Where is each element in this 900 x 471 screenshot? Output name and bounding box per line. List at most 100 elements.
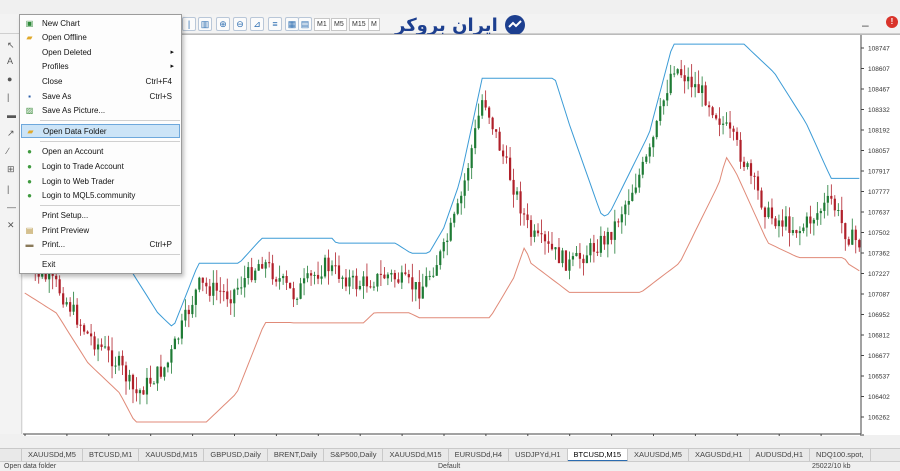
candle-body bbox=[428, 275, 431, 277]
candle-body bbox=[268, 262, 271, 264]
menu-item-login-web[interactable]: ● Login to Web Trader bbox=[21, 175, 180, 189]
menu-separator bbox=[40, 120, 180, 121]
candle-body bbox=[666, 93, 669, 101]
candle-body bbox=[215, 282, 218, 291]
candle-body bbox=[833, 198, 836, 211]
timeframe-m5[interactable]: M5 bbox=[331, 18, 347, 31]
delete-tool-icon[interactable]: ✕ bbox=[7, 220, 15, 231]
candle-body bbox=[261, 264, 264, 269]
menu-item-print[interactable]: ▬ Print... Ctrl+P bbox=[21, 238, 180, 252]
candle-body bbox=[547, 241, 550, 244]
brush-tool-icon[interactable]: ▬ bbox=[7, 110, 16, 120]
candle-body bbox=[687, 76, 690, 82]
menu-item-close[interactable]: Close Ctrl+F4 bbox=[21, 75, 180, 89]
candle-body bbox=[714, 115, 718, 119]
candle-body bbox=[805, 216, 808, 228]
candle-body bbox=[592, 243, 595, 252]
candle-body bbox=[229, 299, 232, 304]
minimize-icon[interactable]: – bbox=[862, 18, 869, 32]
candle-body bbox=[114, 365, 117, 367]
candle-body bbox=[568, 259, 571, 271]
candle-body bbox=[508, 157, 512, 180]
candle-body bbox=[498, 131, 501, 151]
brand-mark-icon bbox=[504, 15, 525, 35]
cursor-icon[interactable]: ↖ bbox=[7, 40, 15, 51]
candle-body bbox=[624, 204, 627, 215]
candle-body bbox=[124, 365, 128, 382]
candle-body bbox=[316, 274, 320, 279]
candle-body bbox=[72, 304, 75, 312]
menu-item-open-offline[interactable]: ▰ Open Offline bbox=[21, 31, 180, 45]
zoom-out-icon[interactable]: ⊖ bbox=[233, 17, 247, 31]
menu-item-open-deleted[interactable]: Open Deleted ▸ bbox=[21, 46, 180, 60]
line-tool-icon[interactable]: | bbox=[7, 92, 9, 102]
menu-item-open-data-folder[interactable]: ▰ Open Data Folder bbox=[21, 124, 180, 138]
period-icon[interactable]: | bbox=[182, 17, 196, 31]
status-traffic: 25022/10 kb bbox=[812, 463, 851, 470]
menu-item-save-as-picture[interactable]: ▨ Save As Picture... bbox=[21, 104, 180, 118]
indicators-icon[interactable]: ⊿ bbox=[250, 17, 264, 31]
horizontal-line-icon[interactable]: — bbox=[7, 202, 16, 212]
text-tool-icon[interactable]: A bbox=[7, 56, 13, 66]
menu-item-open-account[interactable]: ● Open an Account bbox=[21, 145, 180, 159]
grid-icon[interactable]: ▤ bbox=[298, 17, 312, 31]
candle-body bbox=[662, 100, 665, 107]
menu-item-login-mql5[interactable]: ● Login to MQL5.community bbox=[21, 189, 180, 203]
candle-body bbox=[550, 243, 554, 250]
candle-body bbox=[502, 150, 505, 157]
channel-tool-icon[interactable]: ∕ bbox=[7, 146, 9, 156]
candle-body bbox=[295, 298, 299, 300]
price-label: 107227 bbox=[868, 271, 890, 278]
candle-body bbox=[173, 338, 176, 350]
candle-body bbox=[282, 276, 285, 279]
price-label: 108057 bbox=[868, 148, 890, 155]
timeframe-m15[interactable]: M15 bbox=[349, 18, 369, 31]
candle-body bbox=[603, 235, 606, 245]
candle-body bbox=[222, 291, 225, 293]
candle-body bbox=[275, 279, 278, 282]
candle-body bbox=[540, 233, 543, 235]
menu-separator bbox=[40, 141, 180, 142]
candle-body bbox=[669, 73, 672, 94]
menu-item-profiles[interactable]: Profiles ▸ bbox=[21, 60, 180, 74]
status-bar: Open data folder Default 25022/10 kb bbox=[0, 461, 900, 471]
menu-item-print-setup[interactable]: Print Setup... bbox=[21, 209, 180, 223]
user-icon: ● bbox=[27, 147, 32, 156]
shape-tool-icon[interactable]: ● bbox=[7, 74, 12, 84]
brand-name: ایران بروکر bbox=[395, 14, 498, 36]
menu-separator bbox=[40, 205, 180, 206]
candle-body bbox=[334, 265, 337, 267]
menu-item-login-trade[interactable]: ● Login to Trade Account bbox=[21, 160, 180, 174]
candle-body bbox=[177, 338, 180, 340]
tile-windows-icon[interactable]: ▦ bbox=[285, 17, 299, 31]
candle-body bbox=[194, 289, 197, 305]
timeframe-more[interactable]: M bbox=[368, 18, 380, 31]
candle-body bbox=[725, 122, 728, 124]
bar-chart-icon[interactable]: ▥ bbox=[198, 17, 212, 31]
candle-body bbox=[467, 168, 470, 181]
candle-body bbox=[610, 231, 613, 240]
timeframe-m1[interactable]: M1 bbox=[314, 18, 330, 31]
candle-body bbox=[432, 275, 435, 277]
vertical-line-icon[interactable]: | bbox=[7, 184, 9, 194]
candle-body bbox=[648, 147, 651, 157]
menu-item-save-as[interactable]: ▪ Save As Ctrl+S bbox=[21, 90, 180, 104]
candle-body bbox=[515, 191, 519, 195]
candle-body bbox=[484, 100, 487, 108]
menu-item-exit[interactable]: Exit bbox=[21, 258, 180, 272]
fibonacci-icon[interactable]: ⊞ bbox=[7, 164, 15, 175]
arrow-tool-icon[interactable]: ↗ bbox=[7, 128, 15, 139]
candle-body bbox=[100, 344, 103, 347]
templates-icon[interactable]: ≡ bbox=[268, 17, 282, 31]
menu-item-new-chart[interactable]: ▣ New Chart bbox=[21, 17, 180, 31]
candle-body bbox=[121, 355, 124, 366]
menu-item-print-preview[interactable]: ▤ Print Preview bbox=[21, 224, 180, 238]
print-preview-icon: ▤ bbox=[25, 226, 34, 235]
close-icon[interactable]: ! bbox=[886, 16, 898, 28]
candle-body bbox=[767, 207, 770, 218]
printer-icon: ▬ bbox=[25, 240, 34, 249]
zoom-in-icon[interactable]: ⊕ bbox=[216, 17, 230, 31]
candle-body bbox=[673, 73, 676, 75]
candle-body bbox=[742, 161, 746, 167]
candle-body bbox=[606, 231, 609, 245]
